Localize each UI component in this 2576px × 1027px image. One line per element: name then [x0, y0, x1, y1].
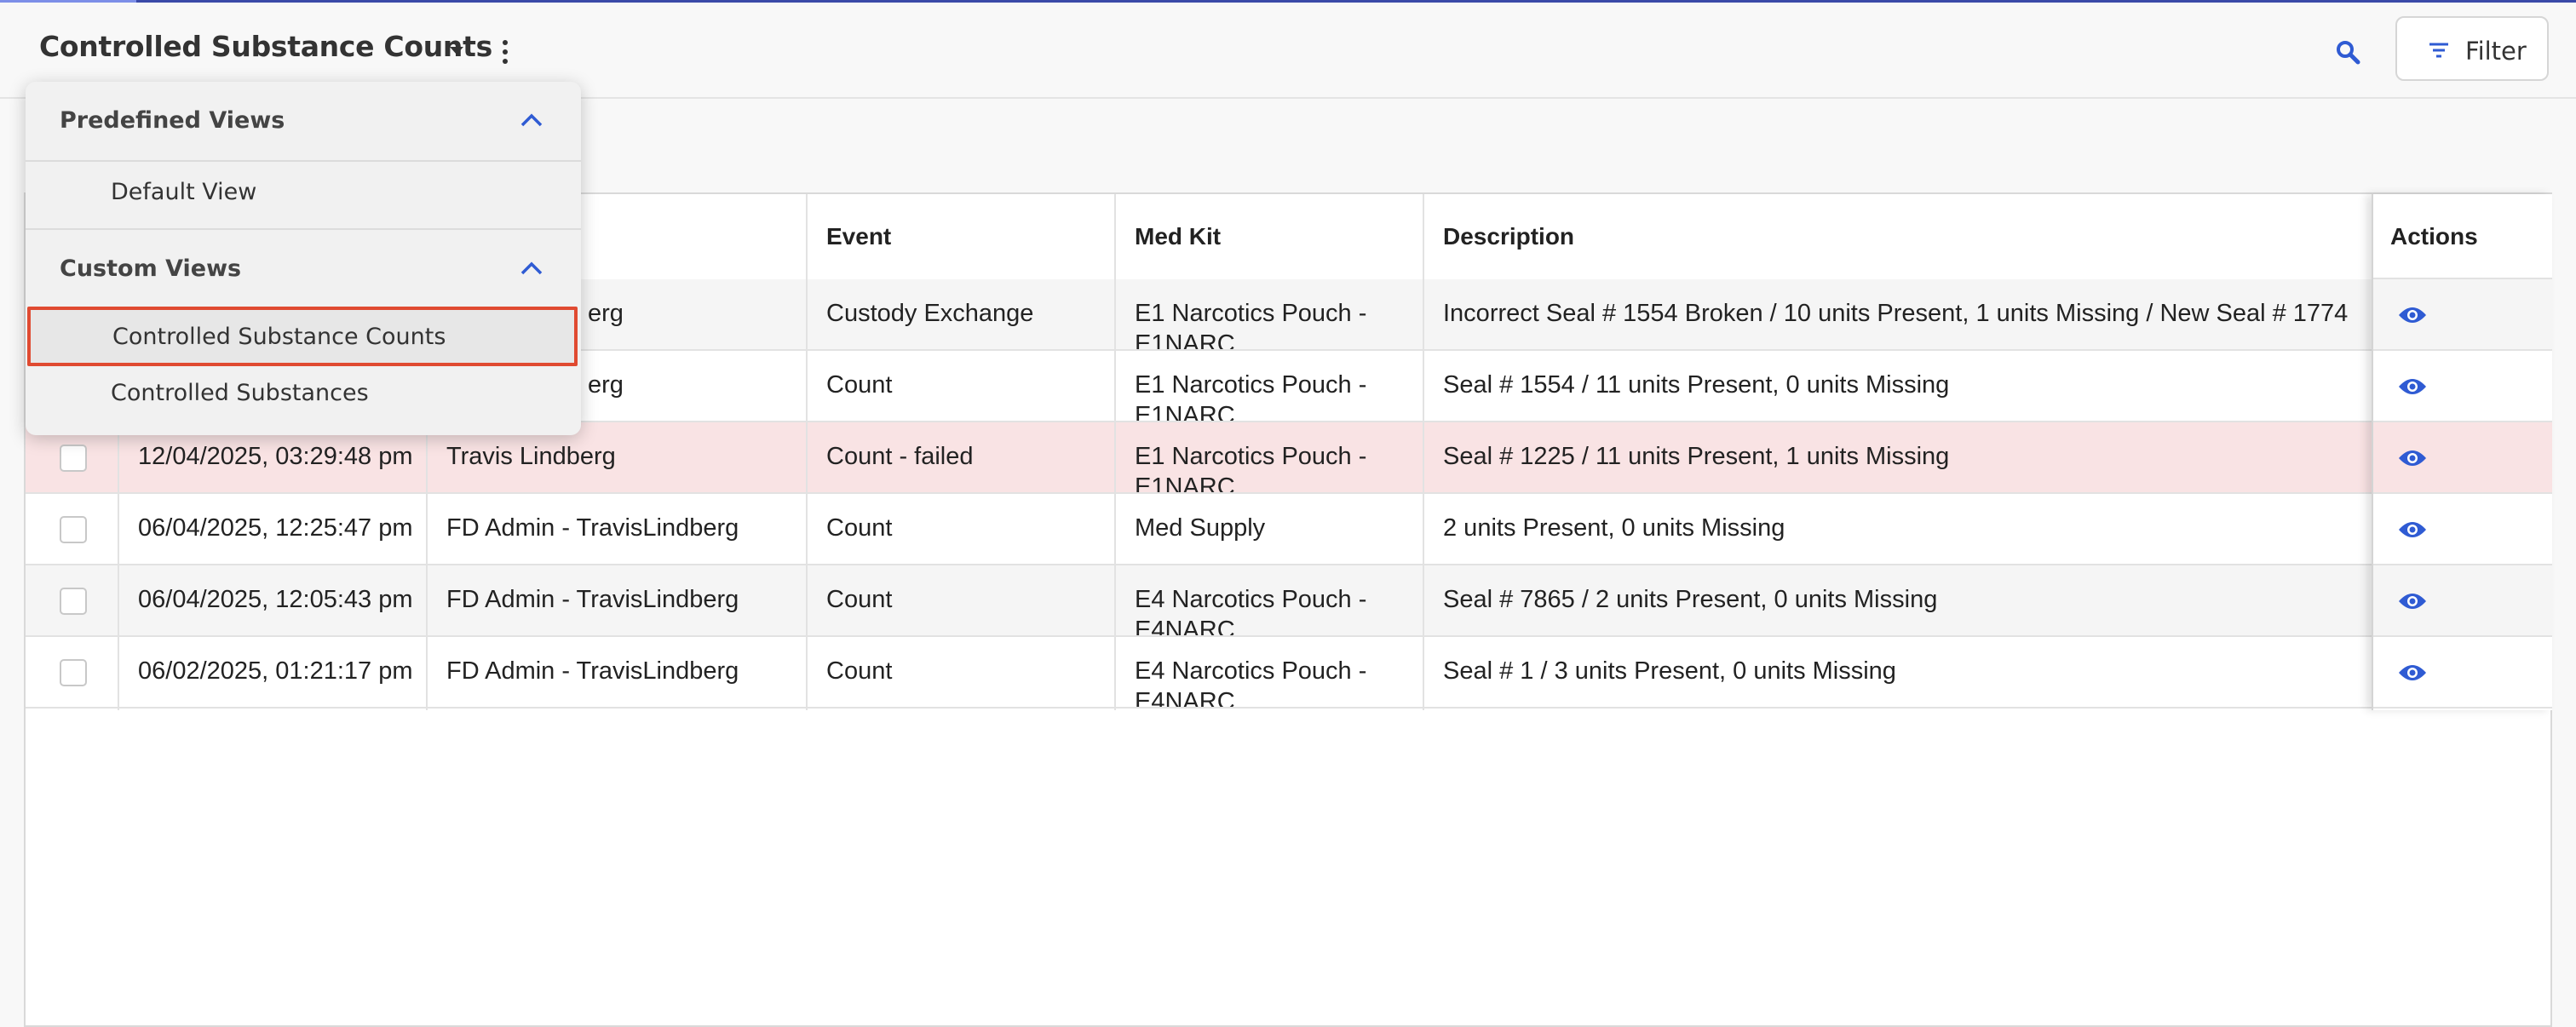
row-user: FD Admin - TravisLindberg	[446, 586, 739, 613]
eye-icon[interactable]	[2397, 303, 2428, 327]
menu-section-header: Predefined Views	[60, 107, 285, 134]
menu-item-label: Controlled Substance Counts	[112, 324, 446, 350]
row-event: Count	[826, 657, 893, 685]
chevron-up-icon[interactable]	[520, 112, 543, 128]
row-med-kit: E4 Narcotics Pouch - E4NARC	[1135, 586, 1367, 637]
chevron-up-icon[interactable]	[520, 261, 543, 276]
row-date: 06/04/2025, 12:25:47 pm	[138, 514, 413, 542]
row-date: 06/04/2025, 12:05:43 pm	[138, 586, 413, 613]
kebab-menu-icon[interactable]	[501, 40, 509, 66]
row-description: Seal # 1554 / 11 units Present, 0 units …	[1443, 371, 1950, 399]
row-event: Count - failed	[826, 443, 974, 470]
row-date: 12/04/2025, 03:29:48 pm	[138, 443, 413, 470]
eye-icon[interactable]	[2397, 661, 2428, 685]
row-med-kit: E1 Narcotics Pouch - E1NARC	[1135, 443, 1367, 494]
menu-item-controlled-substance-counts[interactable]: Controlled Substance Counts	[27, 307, 578, 366]
row-description: Seal # 1 / 3 units Present, 0 units Miss…	[1443, 657, 1896, 685]
row-user: erg	[588, 371, 624, 399]
menu-section-custom[interactable]: Custom Views	[26, 228, 581, 300]
row-user: erg	[588, 300, 624, 327]
row-description: Seal # 7865 / 2 units Present, 0 units M…	[1443, 586, 1938, 613]
menu-item-label: Controlled Substances	[111, 380, 369, 406]
eye-icon[interactable]	[2397, 518, 2428, 542]
table-row[interactable]: 06/04/2025, 12:25:47 pm FD Admin - Travi…	[26, 494, 2395, 565]
row-description: Seal # 1225 / 11 units Present, 1 units …	[1443, 443, 1950, 470]
row-user: FD Admin - TravisLindberg	[446, 514, 739, 542]
menu-item-label: Default View	[111, 179, 257, 205]
eye-icon[interactable]	[2397, 589, 2428, 613]
view-selector-menu: Predefined Views Default View Custom Vie…	[26, 82, 581, 435]
column-header-med-kit[interactable]: Med Kit	[1135, 223, 1221, 250]
chevron-down-icon[interactable]	[450, 47, 463, 55]
menu-section-predefined[interactable]: Predefined Views	[26, 82, 581, 162]
column-header-event[interactable]: Event	[826, 223, 891, 250]
table-row[interactable]: 06/04/2025, 12:05:43 pm FD Admin - Travi…	[26, 565, 2395, 637]
row-checkbox[interactable]	[60, 659, 87, 686]
row-user: FD Admin - TravisLindberg	[446, 657, 739, 685]
column-divider	[1114, 194, 1116, 710]
row-event: Count	[826, 514, 893, 542]
row-med-kit: E4 Narcotics Pouch - E4NARC	[1135, 657, 1367, 709]
actions-column: Actions	[2372, 194, 2552, 710]
filter-icon	[2429, 43, 2448, 58]
row-med-kit: Med Supply	[1135, 514, 1266, 542]
row-event: Count	[826, 371, 893, 399]
filter-button-label: Filter	[2465, 37, 2527, 66]
table-row[interactable]: 06/02/2025, 01:21:17 pm FD Admin - Travi…	[26, 637, 2395, 709]
row-med-kit: E1 Narcotics Pouch - E1NARC	[1135, 300, 1367, 351]
filter-button[interactable]: Filter	[2395, 16, 2549, 81]
menu-item-default-view[interactable]: Default View	[26, 165, 581, 221]
row-user: Travis Lindberg	[446, 443, 616, 470]
menu-section-header: Custom Views	[60, 255, 242, 282]
eye-icon[interactable]	[2397, 375, 2428, 399]
row-event: Custody Exchange	[826, 300, 1034, 327]
column-header-description[interactable]: Description	[1443, 223, 1574, 250]
row-description: 2 units Present, 0 units Missing	[1443, 514, 1785, 542]
view-selector-title[interactable]: Controlled Substance Counts	[39, 30, 492, 63]
row-event: Count	[826, 586, 893, 613]
search-icon[interactable]	[2334, 38, 2363, 67]
column-divider	[1423, 194, 1424, 710]
row-date: 06/02/2025, 01:21:17 pm	[138, 657, 413, 685]
row-med-kit: E1 Narcotics Pouch - E1NARC	[1135, 371, 1367, 422]
column-divider	[806, 194, 808, 710]
menu-item-controlled-substances[interactable]: Controlled Substances	[26, 366, 581, 422]
row-checkbox[interactable]	[60, 445, 87, 472]
row-checkbox[interactable]	[60, 588, 87, 615]
eye-icon[interactable]	[2397, 446, 2428, 470]
row-description: Incorrect Seal # 1554 Broken / 10 units …	[1443, 300, 2349, 327]
row-checkbox[interactable]	[60, 516, 87, 543]
